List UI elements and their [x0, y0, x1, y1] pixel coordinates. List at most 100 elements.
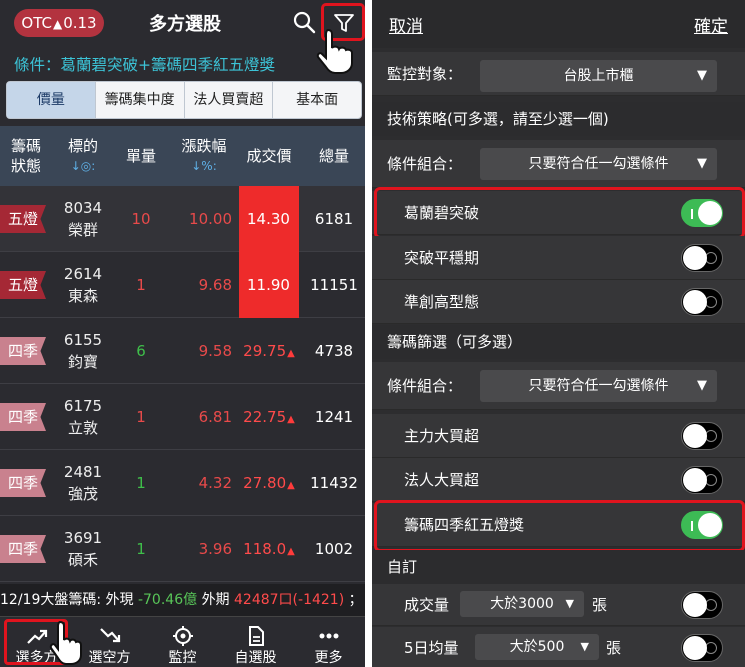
sort-icon: ↓◎: [70, 159, 96, 173]
stock-code: 6175 [63, 397, 103, 415]
stock-cell: 3691 碩禾 [52, 527, 114, 571]
toggle-knob [683, 593, 707, 617]
option-near-high-pattern: 準創高型態 [372, 280, 745, 324]
major-buy-toggle[interactable] [681, 422, 723, 450]
monitor-target-select[interactable]: 台股上市櫃 ▼ [480, 60, 717, 92]
tab-price-volume[interactable]: 價量 [7, 82, 95, 118]
tech-strategy-section: 技術策略(可多選，請至少選一個) [372, 102, 745, 136]
up-arrow-icon: ▲ [52, 17, 63, 31]
custom-label: 成交量 [404, 596, 450, 614]
institutional-buy-toggle[interactable] [681, 466, 723, 494]
stock-name: 東森 [67, 287, 98, 305]
confirm-button[interactable]: 確定 [694, 12, 728, 37]
stock-screener-panel: OTC▲0.13 多方選股 條件：葛蘭碧突破+籌碼四季紅五燈獎 價量 籌碼集中度… [0, 0, 365, 667]
chip-combo-select[interactable]: 只要符合任一勾選條件 ▼ [480, 370, 717, 402]
otc-value: 0.13 [63, 14, 97, 32]
header-volume[interactable]: 單量 [118, 126, 164, 186]
header-status[interactable]: 籌碼 狀態 [0, 126, 52, 186]
table-row[interactable]: 四季 6175 立敦 1 6.81 22.75▲ 1241 [0, 384, 365, 450]
threshold-value: 大於3000 [490, 596, 554, 612]
price-value: 22.75 [243, 408, 287, 426]
tab-fundamentals[interactable]: 基本面 [272, 82, 361, 118]
monitor-target-value: 台股上市櫃 [563, 68, 634, 84]
chip-combo-row: 條件組合： 只要符合任一勾選條件 ▼ [372, 362, 745, 410]
table-row[interactable]: 五燈 8034 榮群 10 10.00 14.30 6181 [0, 186, 365, 252]
table-row[interactable]: 五燈 2614 東森 1 9.68 11.90 11151 [0, 252, 365, 318]
volume-cell: 1 [136, 276, 146, 294]
table-row[interactable]: 四季 3691 碩禾 1 3.96 118.0▲ 1002 [0, 516, 365, 582]
tech-combo-select[interactable]: 只要符合任一勾選條件 ▼ [480, 148, 717, 180]
change-cell: 9.68 [198, 276, 232, 294]
total-cell: 11151 [310, 276, 358, 294]
total-cell: 1002 [314, 540, 354, 558]
price-cell: 14.30 [239, 186, 299, 252]
volume-threshold-select[interactable]: 大於3000 ▼ [460, 591, 584, 617]
change-cell: 6.81 [198, 408, 232, 426]
pointing-hand-icon [49, 620, 82, 665]
up-triangle-icon: ▲ [287, 348, 295, 359]
volume-toggle[interactable] [681, 591, 723, 619]
monitor-target-label: 監控對象： [387, 65, 463, 83]
table-row[interactable]: 四季 6155 鈞寶 6 9.58 29.75▲ 4738 [0, 318, 365, 384]
stock-name: 強茂 [67, 485, 98, 503]
header-price[interactable]: 成交價 [239, 126, 299, 186]
document-icon [249, 626, 264, 646]
change-cell: 3.96 [198, 540, 232, 558]
stable-breakout-toggle[interactable] [681, 244, 723, 272]
dropdown-arrow-icon: ▼ [697, 156, 707, 171]
near-high-toggle[interactable] [681, 288, 723, 316]
market-ticker[interactable]: 12/19大盤籌碼: 外現 -70.46億 外期 42487口(-1421) ； [0, 584, 365, 616]
dropdown-arrow-icon: ▼ [697, 68, 707, 83]
table-row[interactable]: 四季 2481 強茂 1 4.32 27.80▲ 11432 [0, 450, 365, 516]
nav-more[interactable]: 更多 [292, 617, 365, 667]
change-cell: 10.00 [189, 210, 232, 228]
page-title: 多方選股 [149, 14, 221, 35]
stock-code: 3691 [63, 529, 103, 547]
avg-volume-toggle[interactable] [681, 634, 723, 662]
tab-chip-concentration[interactable]: 籌碼集中度 [94, 82, 184, 118]
status-badge: 四季 [0, 535, 46, 563]
search-icon[interactable] [292, 10, 316, 34]
custom-volume-row: 成交量 大於3000 ▼ 張 [372, 584, 745, 626]
monitor-target-row: 監控對象： 台股上市櫃 ▼ [372, 52, 745, 96]
change-cell: 4.32 [198, 474, 232, 492]
combo-value: 只要符合任一勾選條件 [528, 378, 669, 394]
nav-watchlist[interactable]: 自選股 [219, 617, 292, 667]
stock-cell: 8034 榮群 [52, 197, 114, 241]
more-dots-icon [319, 633, 339, 639]
dropdown-arrow-icon: ▼ [580, 640, 589, 653]
toggle-knob [683, 246, 707, 270]
volume-cell: 1 [136, 540, 146, 558]
condition-text: 條件：葛蘭碧突破+籌碼四季紅五燈獎 [14, 56, 275, 74]
tab-institutional[interactable]: 法人買賣超 [183, 82, 273, 118]
price-cell: 29.75▲ [239, 318, 299, 384]
price-value: 29.75 [243, 342, 287, 360]
option-label: 主力大買超 [404, 427, 480, 445]
nav-label: 監控 [168, 650, 197, 666]
trend-down-icon [100, 628, 121, 643]
option-label: 突破平穩期 [404, 249, 480, 267]
header-status-line1: 籌碼 [10, 137, 41, 155]
combo-label: 條件組合： [387, 155, 463, 173]
header-change[interactable]: 漲跌幅 ↓%: [172, 126, 236, 186]
volume-cell: 10 [131, 210, 151, 228]
stock-name: 立敦 [67, 419, 98, 437]
custom-section: 自訂 [372, 550, 745, 584]
status-badge: 四季 [0, 469, 46, 497]
cancel-button[interactable]: 取消 [389, 12, 423, 37]
stock-cell: 2481 強茂 [52, 461, 114, 505]
tab-bar: 價量 籌碼集中度 法人買賣超 基本面 [6, 81, 362, 119]
otc-index-badge[interactable]: OTC▲0.13 [14, 9, 104, 37]
header-stock[interactable]: 標的 ↓◎: [52, 126, 114, 186]
nav-monitor[interactable]: 監控 [146, 617, 219, 667]
avg-volume-threshold-select[interactable]: 大於500 ▼ [475, 634, 599, 660]
header-total[interactable]: 總量 [303, 126, 365, 186]
dropdown-arrow-icon: ▼ [565, 597, 574, 610]
header-change-label: 漲跌幅 [181, 137, 227, 155]
tech-combo-row: 條件組合： 只要符合任一勾選條件 ▼ [372, 140, 745, 188]
status-badge: 五燈 [0, 271, 46, 299]
option-stable-breakout: 突破平穩期 [372, 236, 745, 280]
toggle-knob [683, 468, 707, 492]
price-value: 14.30 [247, 210, 290, 228]
dropdown-arrow-icon: ▼ [697, 378, 707, 393]
